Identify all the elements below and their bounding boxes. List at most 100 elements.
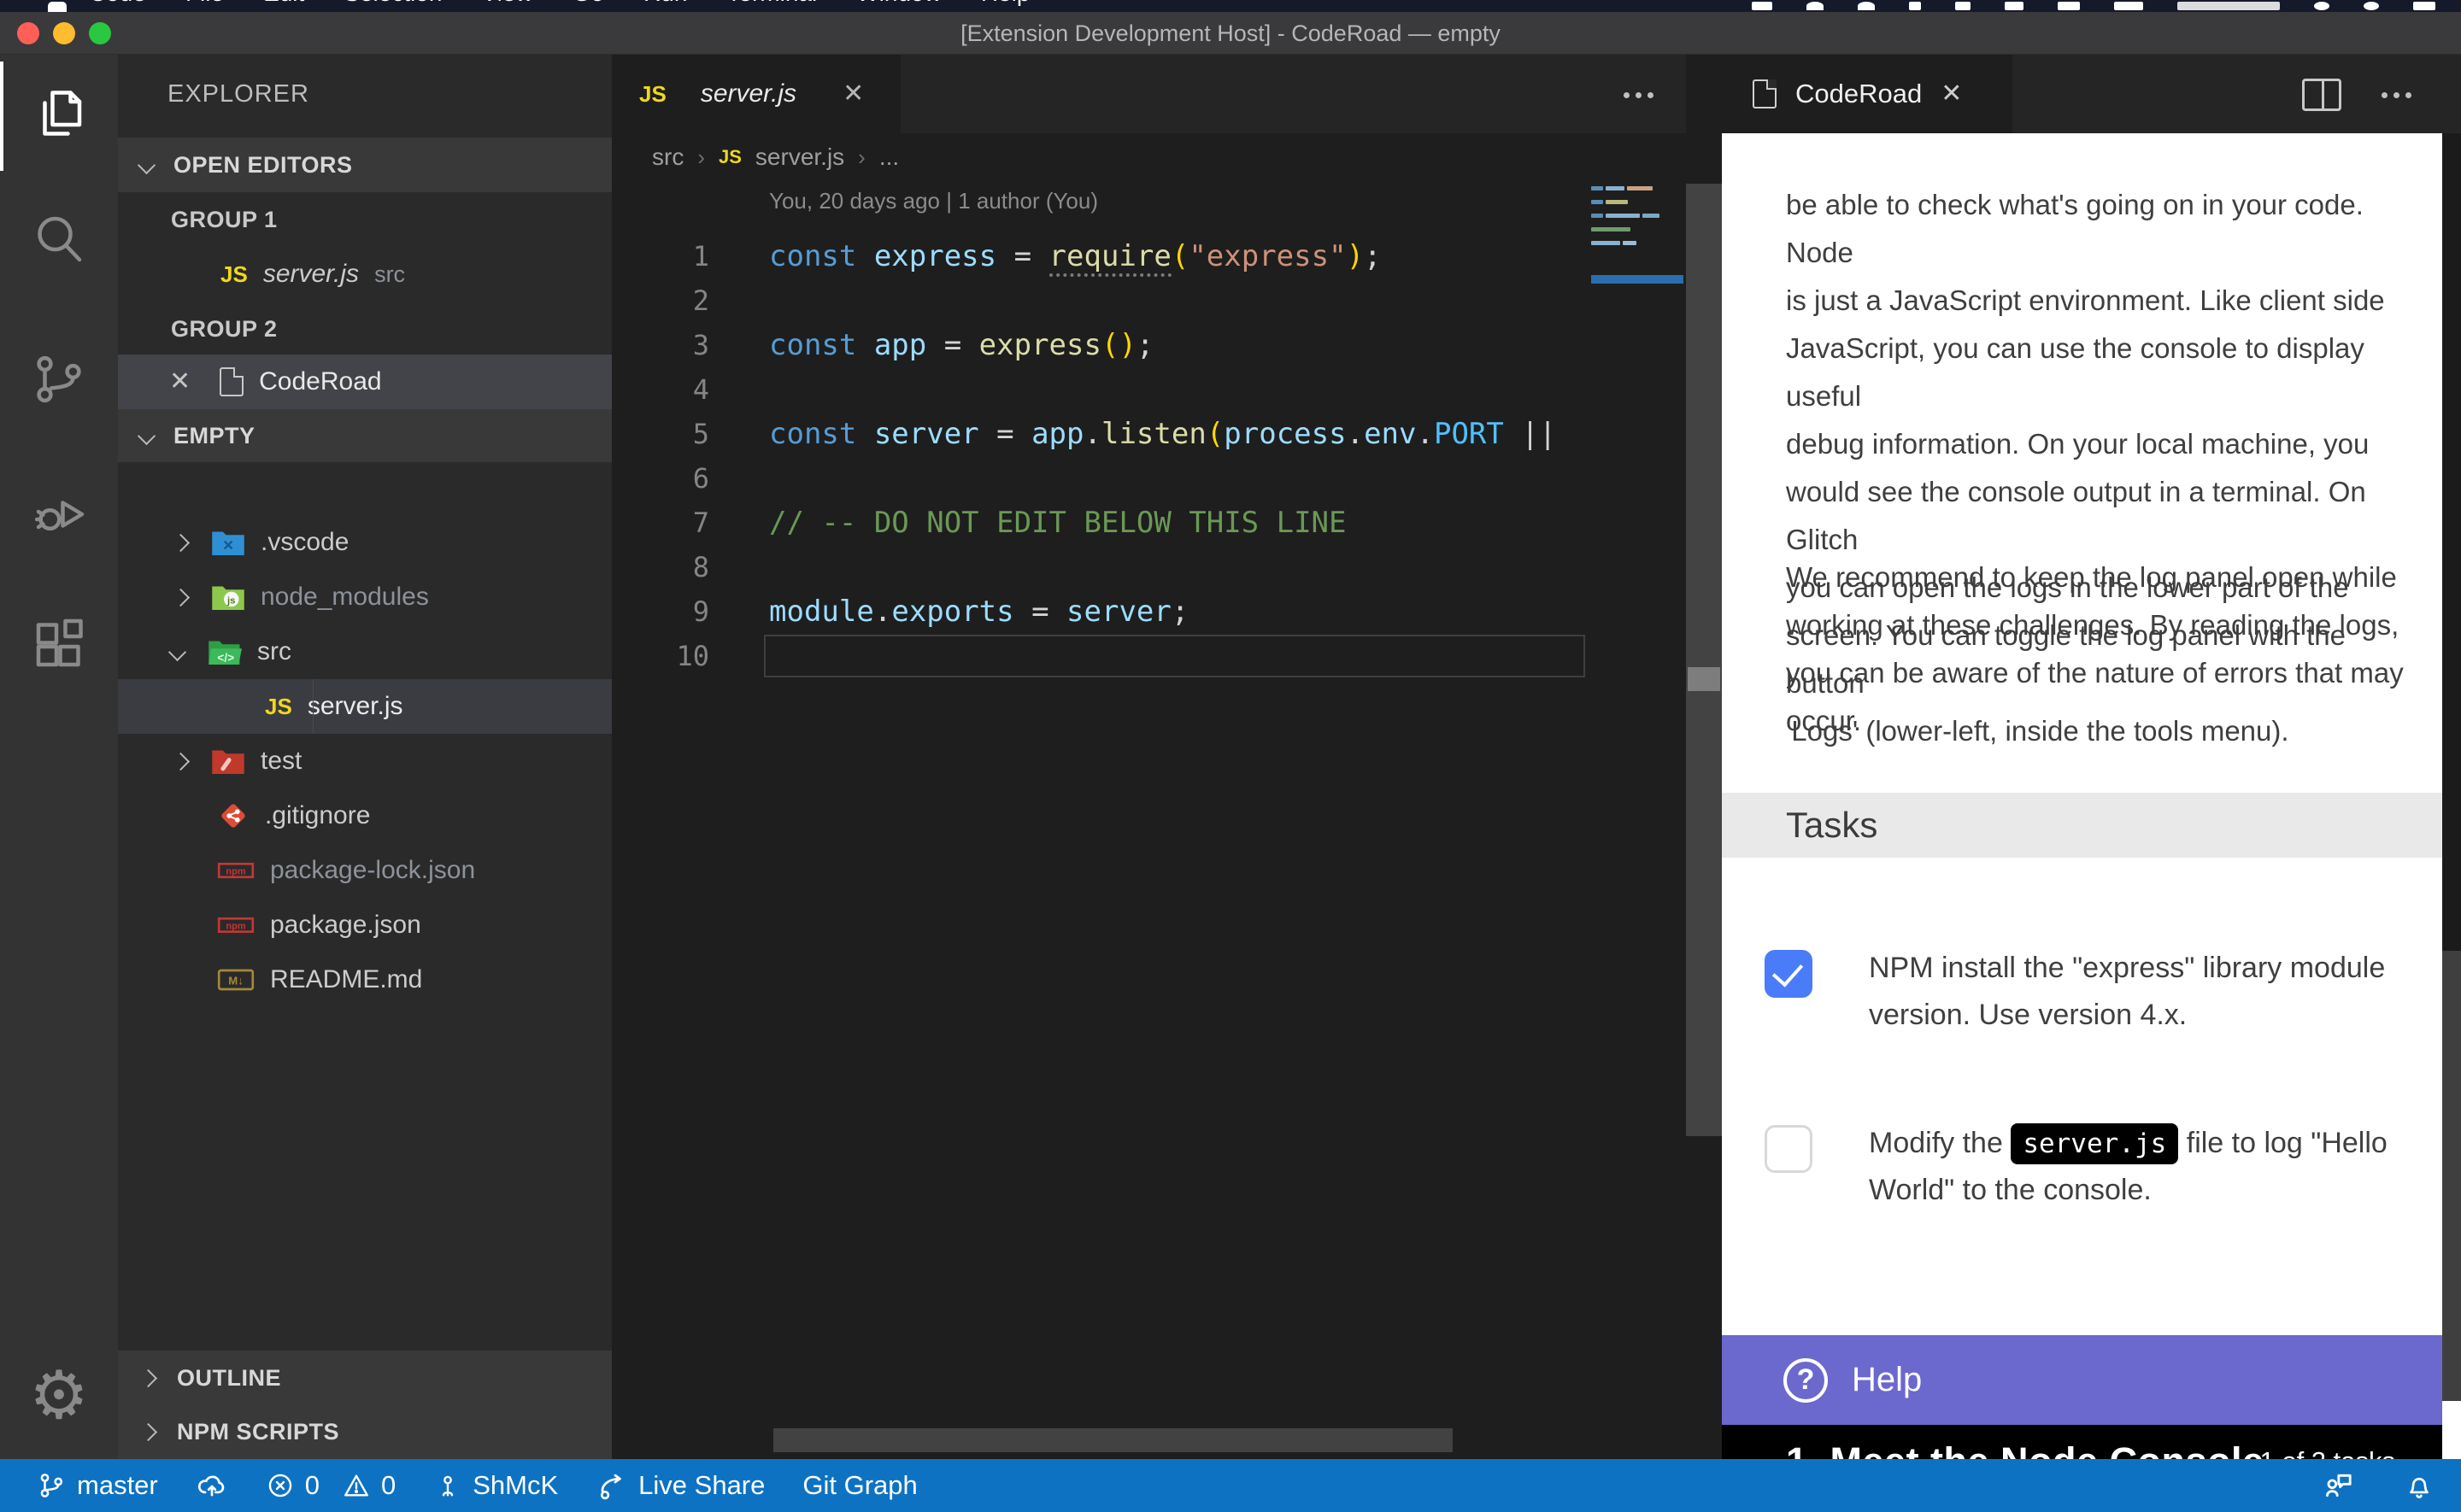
code-token: process (1224, 417, 1346, 451)
line-number[interactable]: 2 (612, 278, 709, 323)
line-number[interactable]: 3 (612, 323, 709, 367)
status-account[interactable]: ShMcK (433, 1470, 558, 1501)
checkbox-checked[interactable] (1765, 950, 1812, 998)
menu-item-go[interactable]: Go (573, 0, 604, 7)
menubar-status-icons[interactable] (1752, 2, 2435, 10)
npm-scripts-section-header[interactable]: NPM SCRIPTS (118, 1405, 612, 1459)
feedback-icon[interactable] (2321, 1468, 2355, 1503)
apple-menu-icon[interactable] (48, 2, 67, 12)
panel-sash[interactable] (1686, 55, 1722, 1459)
line-number[interactable]: 10 (612, 634, 709, 678)
svg-text:✕: ✕ (222, 538, 234, 554)
tree-item-node-modules[interactable]: js node_modules (118, 570, 612, 624)
close-icon[interactable]: ✕ (169, 369, 191, 395)
code-token: . (1417, 417, 1434, 451)
tab-coderoad[interactable]: CodeRoad ✕ (1722, 55, 2012, 133)
lesson-footer[interactable]: 1. Meet the Node Console 1 of 2 tasks (1722, 1425, 2442, 1459)
settings-gear-button[interactable]: ⚙ (0, 1336, 118, 1456)
breadcrumb-file[interactable]: server.js (755, 144, 844, 171)
text-line: you can be aware of the nature of errors… (1786, 649, 2418, 697)
webview-scrollbar-thumb[interactable] (2442, 133, 2461, 951)
menu-item-help[interactable]: Help (981, 0, 1031, 7)
code-line[interactable]: 6 (612, 456, 1722, 501)
codelens-annotation[interactable]: You, 20 days ago | 1 author (You) (769, 188, 1098, 214)
tree-item-readme[interactable]: M↓ README.md (118, 952, 612, 1007)
status-branch[interactable]: master (36, 1470, 158, 1501)
menu-item-selection[interactable]: Selection (344, 0, 442, 7)
menu-item-terminal[interactable]: Terminal (726, 0, 817, 7)
sash-scrollbar-track[interactable] (1686, 184, 1722, 1136)
tree-item-label: package.json (270, 911, 421, 940)
activity-extensions-button[interactable] (0, 584, 118, 704)
coderoad-panel: CodeRoad ✕ be able to check what's going… (1722, 55, 2461, 1459)
tab-close-icon[interactable]: ✕ (843, 81, 864, 107)
outline-label: OUTLINE (177, 1365, 281, 1392)
open-editors-header[interactable]: OPEN EDITORS (118, 138, 612, 192)
live-share-icon (596, 1469, 628, 1502)
tree-item-package-json[interactable]: npm package.json (118, 898, 612, 952)
activity-source-control-button[interactable] (0, 319, 118, 439)
git-icon (217, 800, 250, 832)
code-line[interactable]: 1const express = require("express"); (612, 234, 1722, 278)
code-line[interactable]: 8 (612, 545, 1722, 589)
code-line[interactable]: 4 (612, 367, 1722, 412)
tree-item-test[interactable]: test (118, 734, 612, 788)
activity-run-debug-button[interactable] (0, 454, 118, 574)
tree-item-server-js[interactable]: JS server.js (118, 679, 612, 734)
menu-item-edit[interactable]: Edit (263, 0, 304, 7)
tab-close-icon[interactable]: ✕ (1941, 81, 1962, 107)
open-editor-server-js[interactable]: JS server.js src (118, 247, 612, 302)
activity-explorer-button[interactable] (0, 55, 118, 174)
minimap[interactable] (1591, 186, 1683, 408)
code-line[interactable]: 3const app = express(); (612, 323, 1722, 367)
editor-horizontal-scrollbar[interactable] (773, 1428, 1453, 1452)
sash-scrollbar-thumb[interactable] (1688, 667, 1720, 691)
tab-server-js[interactable]: JS server.js ✕ (612, 55, 901, 133)
line-number[interactable]: 6 (612, 456, 709, 501)
status-git-graph[interactable]: Git Graph (802, 1470, 917, 1501)
menu-item-file[interactable]: File (185, 0, 224, 7)
git-branch-icon (36, 1470, 67, 1501)
line-number[interactable]: 5 (612, 412, 709, 456)
bell-icon[interactable] (2403, 1469, 2435, 1502)
svg-text:</>: </> (217, 651, 234, 664)
line-number[interactable]: 7 (612, 501, 709, 545)
status-live-share[interactable]: Live Share (596, 1469, 765, 1502)
panel-more-actions-icon[interactable] (2382, 92, 2411, 98)
menu-item-window[interactable]: Window (856, 0, 942, 7)
tree-item-src[interactable]: </> src (118, 624, 612, 679)
tree-item-vscode[interactable]: ✕ .vscode (118, 515, 612, 570)
open-editor-coderoad[interactable]: ✕ CodeRoad (118, 355, 612, 409)
code-token: = (926, 328, 978, 362)
tree-item-label: src (257, 637, 291, 666)
code-line[interactable]: 10 (612, 634, 1722, 678)
checkbox-unchecked[interactable] (1765, 1125, 1812, 1173)
tree-item-gitignore[interactable]: .gitignore (118, 788, 612, 843)
document-icon (1753, 79, 1777, 108)
outline-section-header[interactable]: OUTLINE (118, 1351, 612, 1405)
help-bar[interactable]: ? Help (1722, 1335, 2442, 1425)
line-number[interactable]: 8 (612, 545, 709, 589)
code-line[interactable]: 5const server = app.listen(process.env.P… (612, 412, 1722, 456)
split-editor-icon[interactable] (2302, 79, 2341, 111)
line-number[interactable]: 4 (612, 367, 709, 412)
activity-search-button[interactable] (0, 179, 118, 299)
menu-item-view[interactable]: View (482, 0, 533, 7)
line-number[interactable]: 9 (612, 589, 709, 634)
webview-scrollbar-track[interactable] (2442, 951, 2461, 1401)
npm-scripts-label: NPM SCRIPTS (177, 1419, 339, 1445)
code-line[interactable]: 7// -- DO NOT EDIT BELOW THIS LINE (612, 501, 1722, 545)
breadcrumb[interactable]: src › JS server.js › ... (612, 133, 1722, 181)
code-line[interactable]: 9module.exports = server; (612, 589, 1722, 634)
status-problems[interactable]: 0 0 (266, 1470, 396, 1501)
menu-item-code[interactable]: Code (89, 0, 146, 7)
line-number[interactable]: 1 (612, 234, 709, 278)
breadcrumb-src[interactable]: src (652, 144, 684, 171)
status-sync[interactable] (196, 1469, 228, 1502)
tree-item-package-lock[interactable]: npm package-lock.json (118, 843, 612, 898)
folder-root-header[interactable]: EMPTY (118, 409, 612, 462)
editor-more-actions-icon[interactable] (1624, 92, 1653, 98)
code-line[interactable]: 2 (612, 278, 1722, 323)
breadcrumb-symbol[interactable]: ... (879, 144, 899, 171)
menu-item-run[interactable]: Run (643, 0, 687, 7)
